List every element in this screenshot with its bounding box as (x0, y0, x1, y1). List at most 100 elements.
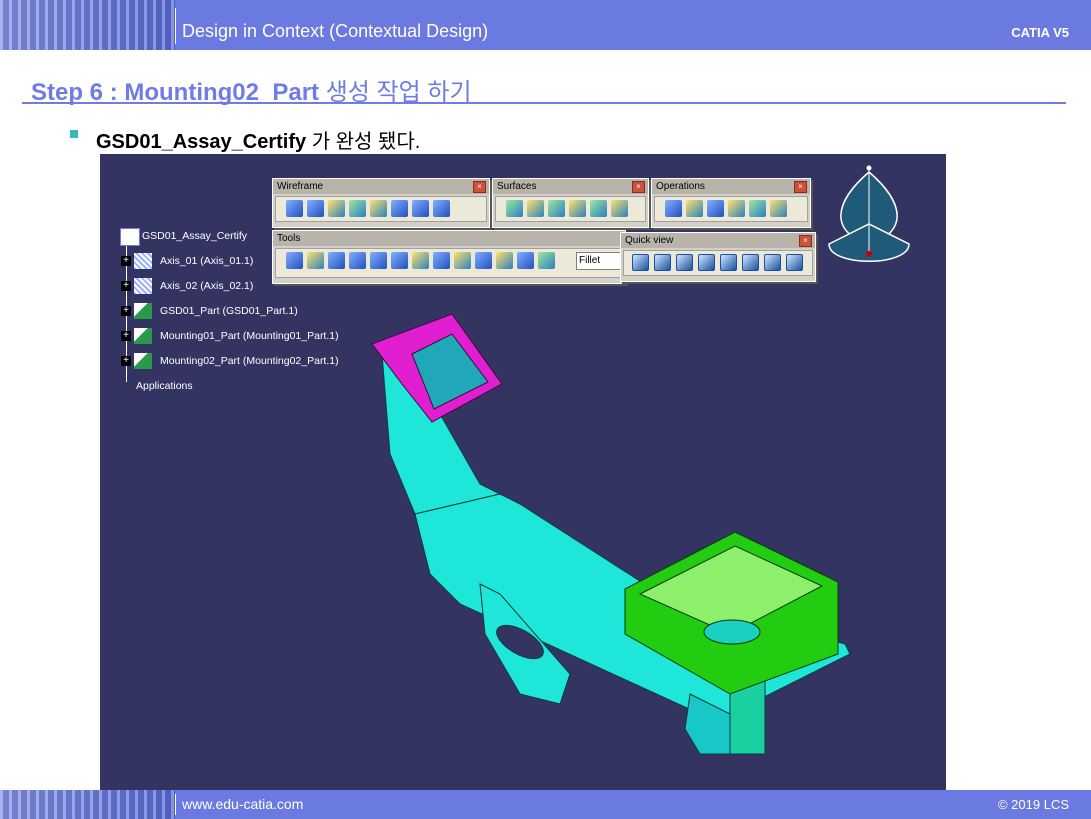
projection-icon[interactable] (349, 200, 366, 217)
toolbar-surfaces[interactable]: Surfaces × (492, 178, 649, 228)
right-view-icon[interactable] (720, 254, 737, 271)
toolbar-title-label: Quick view (625, 235, 674, 246)
top-view-icon[interactable] (742, 254, 759, 271)
tree-item-label: Axis_01 (Axis_01.1) (160, 255, 254, 267)
circle-icon[interactable] (412, 200, 429, 217)
back-view-icon[interactable] (676, 254, 693, 271)
tree-item-label: Mounting01_Part (Mounting01_Part.1) (160, 330, 339, 342)
toolbar-tools[interactable]: Tools Fillet Body (272, 230, 626, 284)
join-icon[interactable] (665, 200, 682, 217)
toolbar-title[interactable]: Wireframe × (273, 179, 489, 194)
work-plane-icon[interactable] (370, 252, 387, 269)
toolbar-title[interactable]: Surfaces × (493, 179, 648, 194)
expand-icon[interactable]: + (121, 256, 131, 266)
close-icon[interactable]: × (794, 181, 807, 193)
hide-icon[interactable] (496, 252, 513, 269)
expand-icon[interactable]: + (121, 356, 131, 366)
tree-item-label: Mounting02_Part (Mounting02_Part.1) (160, 355, 339, 367)
toolbar-title[interactable]: Tools (273, 231, 625, 246)
tree-item-label: Applications (136, 380, 193, 392)
part-icon (134, 328, 152, 344)
body-selector[interactable]: Fillet Body (576, 252, 624, 270)
grid-icon[interactable] (349, 252, 366, 269)
toolbar-title-label: Tools (277, 233, 301, 244)
toolbar-operations[interactable]: Operations × (651, 178, 811, 228)
toolbar-title-label: Surfaces (497, 181, 537, 192)
isometric-view-icon[interactable] (632, 254, 649, 271)
material-icon[interactable] (538, 252, 555, 269)
toolbar-wireframe[interactable]: Wireframe × (272, 178, 490, 228)
footer-url[interactable]: www.edu-catia.com (182, 796, 303, 812)
footer-decoration (0, 790, 175, 819)
bullet-bold: GSD01_Assay_Certify (96, 131, 307, 153)
intersection-icon[interactable] (370, 200, 387, 217)
revolve-icon[interactable] (527, 200, 544, 217)
bullet-marker (70, 130, 78, 138)
title-underline (22, 102, 1066, 104)
bullet-text: GSD01_Assay_Certify 가 완성 됐다. (96, 125, 420, 154)
footer-bar: www.edu-catia.com © 2019 LCS (0, 790, 1091, 819)
footer-copyright: © 2019 LCS (997, 797, 1069, 812)
green-box-hole (703, 619, 761, 645)
toolbar-body (654, 196, 808, 222)
measure-icon[interactable] (475, 252, 492, 269)
header-title: Design in Context (Contextual Design) (182, 21, 489, 41)
expand-icon[interactable]: + (121, 331, 131, 341)
toolbar-body: Fillet Body (275, 248, 624, 278)
body-icon[interactable] (433, 252, 450, 269)
update-icon[interactable] (286, 252, 303, 269)
tree-item-label: GSD01_Part (GSD01_Part.1) (160, 305, 298, 317)
axis-icon (134, 253, 152, 269)
fillet-icon[interactable] (707, 200, 724, 217)
datum-icon[interactable] (391, 252, 408, 269)
tree-item-applications[interactable]: Applications (136, 378, 193, 394)
axis-icon (134, 278, 152, 294)
plane-icon[interactable] (328, 200, 345, 217)
split-icon[interactable] (686, 200, 703, 217)
translate-icon[interactable] (749, 200, 766, 217)
left-view-icon[interactable] (698, 254, 715, 271)
footer-separator (175, 794, 176, 815)
toolbar-title-label: Wireframe (277, 181, 324, 192)
polyline-icon[interactable] (391, 200, 408, 217)
close-icon[interactable]: × (473, 181, 486, 193)
expand-icon[interactable]: + (121, 281, 131, 291)
toolbar-title[interactable]: Operations × (652, 179, 810, 194)
offset-icon[interactable] (548, 200, 565, 217)
tree-root-label: GSD01_Assay_Certify (142, 230, 248, 242)
bottom-view-icon[interactable] (764, 254, 781, 271)
point-icon[interactable] (286, 200, 303, 217)
toolbar-body (495, 196, 646, 222)
extrude-icon[interactable] (506, 200, 523, 217)
part-icon (134, 303, 152, 319)
edge-fillet-icon[interactable] (728, 200, 745, 217)
header-separator (175, 8, 176, 44)
multi-section-icon[interactable] (611, 200, 628, 217)
front-view-icon[interactable] (654, 254, 671, 271)
toolbar-quick-view[interactable]: Quick view × (620, 232, 816, 282)
layer-icon[interactable] (517, 252, 534, 269)
spline-icon[interactable] (433, 200, 450, 217)
scan-icon[interactable] (454, 252, 471, 269)
bullet-rest: 가 완성 됐다. (311, 131, 421, 153)
close-icon[interactable]: × (632, 181, 645, 193)
expand-icon[interactable]: + (121, 306, 131, 316)
header-brand: CATIA V5 (1011, 25, 1069, 40)
sweep-icon[interactable] (569, 200, 586, 217)
axis-system-icon[interactable] (328, 252, 345, 269)
extrapolate-icon[interactable] (770, 200, 787, 217)
toolbar-title-label: Operations (656, 181, 705, 192)
close-icon[interactable]: × (799, 235, 812, 247)
fill-icon[interactable] (590, 200, 607, 217)
toolbar-body (623, 250, 813, 276)
compass-icon[interactable] (824, 162, 914, 282)
catia-viewport[interactable]: GSD01_Assay_Certify + Axis_01 (Axis_01.1… (100, 154, 946, 790)
toolbar-title[interactable]: Quick view × (621, 233, 815, 248)
line-icon[interactable] (307, 200, 324, 217)
rotate-icon[interactable] (307, 252, 324, 269)
snap-icon[interactable] (412, 252, 429, 269)
header-decoration (0, 0, 175, 50)
part-icon (134, 353, 152, 369)
tree-item-label: Axis_02 (Axis_02.1) (160, 280, 254, 292)
named-views-icon[interactable] (786, 254, 803, 271)
